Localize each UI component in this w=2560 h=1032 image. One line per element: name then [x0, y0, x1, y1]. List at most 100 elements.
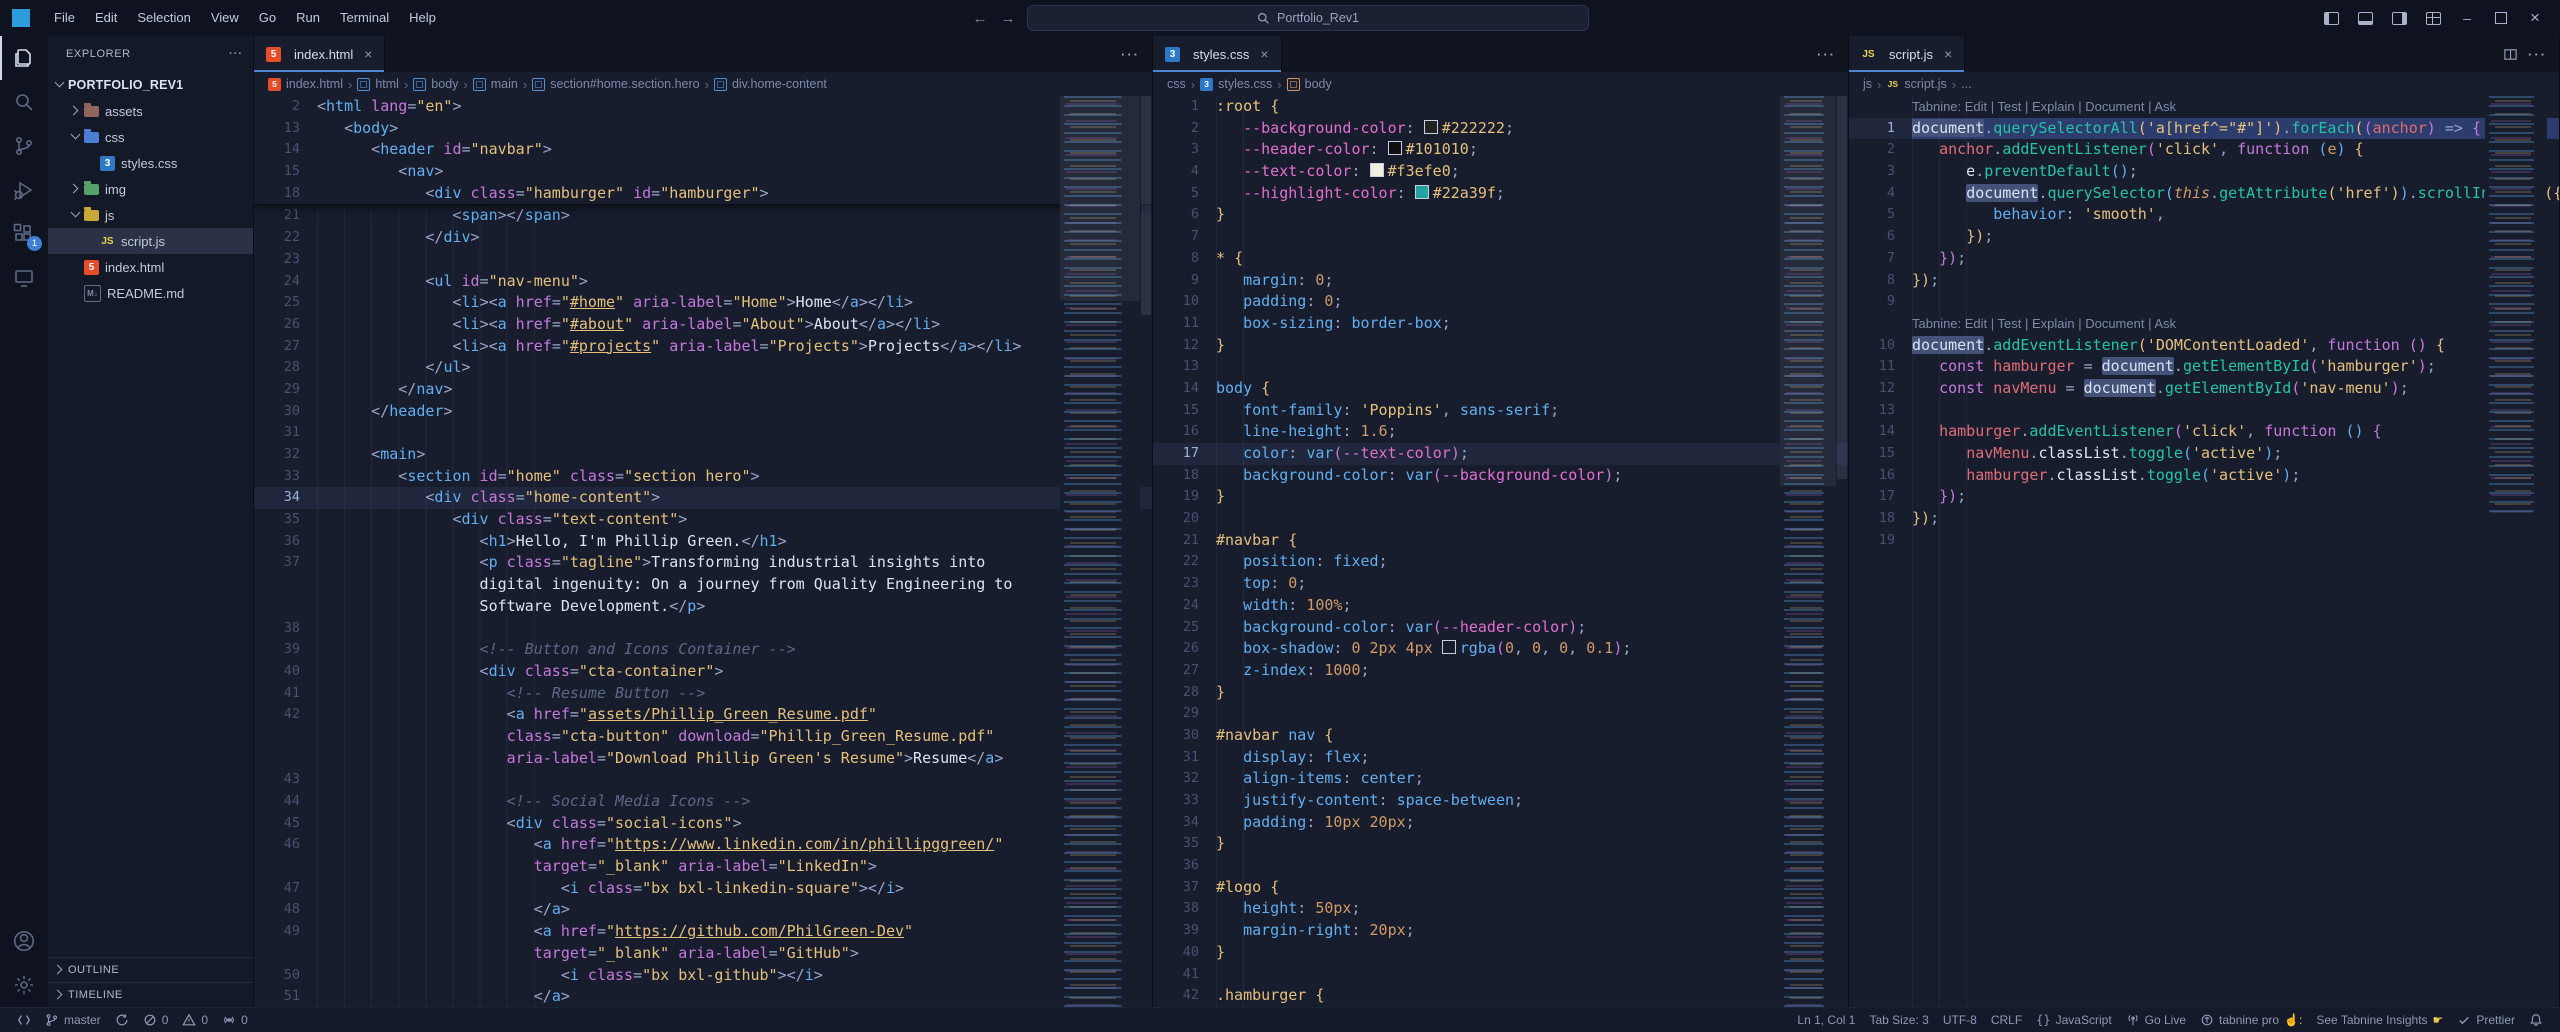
code-line[interactable]: 33 <section id="home" class="section her… [254, 466, 1152, 488]
code-line[interactable]: digital ingenuity: On a journey from Qua… [254, 574, 1152, 596]
code-line[interactable]: 5 behavior: 'smooth', [1849, 204, 2559, 226]
settings-gear-icon[interactable] [0, 963, 48, 1007]
breadcrumb-item[interactable]: css [1167, 77, 1186, 91]
codelens-row[interactable]: Tabnine: Edit | Test | Explain | Documen… [1849, 96, 2559, 118]
code-line[interactable]: target="_blank" aria-label="GitHub"> [254, 943, 1152, 965]
code-line[interactable]: target="_blank" aria-label="LinkedIn"> [254, 856, 1152, 878]
status-item-remote[interactable] [10, 1013, 38, 1027]
code-line[interactable]: 7 }); [1849, 248, 2559, 270]
code-line[interactable]: 14 <header id="navbar"> [254, 139, 1152, 161]
menu-go[interactable]: Go [249, 5, 286, 31]
breadcrumb[interactable]: js›script.js›... [1849, 72, 2559, 96]
tree-item-index.html[interactable]: index.html [48, 254, 253, 280]
code-line[interactable]: 18 background-color: var(--background-co… [1153, 465, 1848, 487]
breadcrumb[interactable]: index.html›html›body›main›section#home.s… [254, 72, 1152, 96]
code-line[interactable]: 10 padding: 0; [1153, 291, 1848, 313]
breadcrumb-item[interactable]: js [1863, 77, 1872, 91]
code-line[interactable]: 1document.querySelectorAll('a[href^="#"]… [1849, 118, 2559, 140]
code-line[interactable]: 25 background-color: var(--header-color)… [1153, 617, 1848, 639]
tree-item-script.js[interactable]: script.js [48, 228, 253, 254]
code-editor-html[interactable]: 2<html lang="en">13 <body>14 <header id=… [254, 96, 1152, 1007]
code-line[interactable]: 24 width: 100%; [1153, 595, 1848, 617]
status-item-master[interactable]: master [38, 1013, 108, 1027]
code-line[interactable]: 30 </header> [254, 401, 1152, 423]
code-line[interactable]: 50 <i class="bx bxl-github"></i> [254, 965, 1152, 987]
code-line[interactable]: 41 [1153, 964, 1848, 986]
code-line[interactable]: 15 navMenu.classList.toggle('active'); [1849, 443, 2559, 465]
code-line[interactable]: 8* { [1153, 248, 1848, 270]
code-line[interactable]: 23 top: 0; [1153, 573, 1848, 595]
code-line[interactable]: 33 justify-content: space-between; [1153, 790, 1848, 812]
code-line[interactable]: 36 <h1>Hello, I'm Phillip Green.</h1> [254, 531, 1152, 553]
status-item-javascript[interactable]: {}JavaScript [2029, 1013, 2118, 1027]
tree-item-js[interactable]: js [48, 202, 253, 228]
code-line[interactable]: 41 <!-- Resume Button --> [254, 683, 1152, 705]
code-line[interactable]: 19} [1153, 486, 1848, 508]
code-line[interactable]: 40 <div class="cta-container"> [254, 661, 1152, 683]
code-line[interactable]: 21#navbar { [1153, 530, 1848, 552]
menu-selection[interactable]: Selection [127, 5, 200, 31]
code-line[interactable]: 36 [1153, 855, 1848, 877]
code-line[interactable]: 12 const navMenu = document.getElementBy… [1849, 378, 2559, 400]
code-line[interactable]: 31 [254, 422, 1152, 444]
code-line[interactable]: 46 <a href="https://www.linkedin.com/in/… [254, 834, 1152, 856]
code-line[interactable]: 25 <li><a href="#home" aria-label="Home"… [254, 292, 1152, 314]
code-line[interactable]: 5 --highlight-color: #22a39f; [1153, 183, 1848, 205]
customize-layout-icon[interactable] [2418, 6, 2448, 30]
code-line[interactable]: 34 <div class="home-content"> [254, 487, 1152, 509]
tree-item-assets[interactable]: assets [48, 98, 253, 124]
status-item-crlf[interactable]: CRLF [1984, 1013, 2029, 1027]
code-line[interactable]: 39 margin-right: 20px; [1153, 920, 1848, 942]
status-item-sync[interactable] [108, 1013, 136, 1027]
code-line[interactable]: 14 hamburger.addEventListener('click', f… [1849, 421, 2559, 443]
code-line[interactable]: 7 [1153, 226, 1848, 248]
code-line[interactable]: 13 <body> [254, 118, 1152, 140]
code-line[interactable]: 16 hamburger.classList.toggle('active'); [1849, 465, 2559, 487]
menu-run[interactable]: Run [286, 5, 330, 31]
code-line[interactable]: 20 [1153, 508, 1848, 530]
status-item-bell[interactable] [2522, 1013, 2550, 1027]
code-line[interactable]: 22 position: fixed; [1153, 551, 1848, 573]
code-line[interactable]: 29 </nav> [254, 379, 1152, 401]
toggle-sidebar-icon[interactable] [2316, 6, 2346, 30]
history-forward-icon[interactable]: → [999, 10, 1017, 27]
code-line[interactable]: 38 height: 50px; [1153, 898, 1848, 920]
tab-script-js[interactable]: script.js × [1849, 36, 1965, 72]
code-line[interactable]: 17 color: var(--text-color); [1153, 443, 1848, 465]
code-line[interactable]: 18}); [1849, 508, 2559, 530]
tree-item-css[interactable]: css [48, 124, 253, 150]
explorer-actions-icon[interactable]: ··· [229, 48, 243, 60]
breadcrumb-item[interactable]: script.js [1886, 77, 1946, 91]
code-line[interactable]: 28 </ul> [254, 357, 1152, 379]
code-line[interactable]: 6 }); [1849, 226, 2559, 248]
explorer-view-icon[interactable] [0, 36, 48, 80]
status-item-0[interactable]: 0 [175, 1013, 215, 1027]
code-line[interactable]: 4 --text-color: #f3efe0; [1153, 161, 1848, 183]
code-line[interactable]: 3 --header-color: #101010; [1153, 139, 1848, 161]
code-line[interactable]: 21 <span></span> [254, 205, 1152, 227]
minimap[interactable] [1060, 96, 1140, 1007]
code-line[interactable]: 27 z-index: 1000; [1153, 660, 1848, 682]
code-line[interactable]: 13 [1153, 356, 1848, 378]
code-line[interactable]: 51 </a> [254, 986, 1152, 1007]
menu-terminal[interactable]: Terminal [330, 5, 399, 31]
breadcrumb-item[interactable]: main [473, 77, 518, 91]
breadcrumb[interactable]: css›styles.css›body [1153, 72, 1848, 96]
code-line[interactable]: 27 <li><a href="#projects" aria-label="P… [254, 336, 1152, 358]
code-line[interactable]: 40} [1153, 942, 1848, 964]
code-line[interactable]: 29 [1153, 703, 1848, 725]
tab-index-html[interactable]: index.html × [254, 36, 385, 72]
status-item-ln-1-col-1[interactable]: Ln 1, Col 1 [1790, 1013, 1862, 1027]
status-item-prettier[interactable]: Prettier [2450, 1013, 2522, 1027]
code-line[interactable]: 10document.addEventListener('DOMContentL… [1849, 335, 2559, 357]
tree-item-portfolio_rev1[interactable]: PORTFOLIO_REV1 [48, 72, 253, 98]
close-button[interactable]: × [2520, 6, 2550, 30]
code-line[interactable]: 32 <main> [254, 444, 1152, 466]
section-outline[interactable]: OUTLINE [48, 957, 253, 982]
menu-file[interactable]: File [44, 5, 85, 31]
code-line[interactable]: 11 box-sizing: border-box; [1153, 313, 1848, 335]
tree-item-img[interactable]: img [48, 176, 253, 202]
source-control-icon[interactable] [0, 124, 48, 168]
breadcrumb-item[interactable]: body [1287, 77, 1332, 91]
close-tab-icon[interactable]: × [1260, 46, 1268, 62]
